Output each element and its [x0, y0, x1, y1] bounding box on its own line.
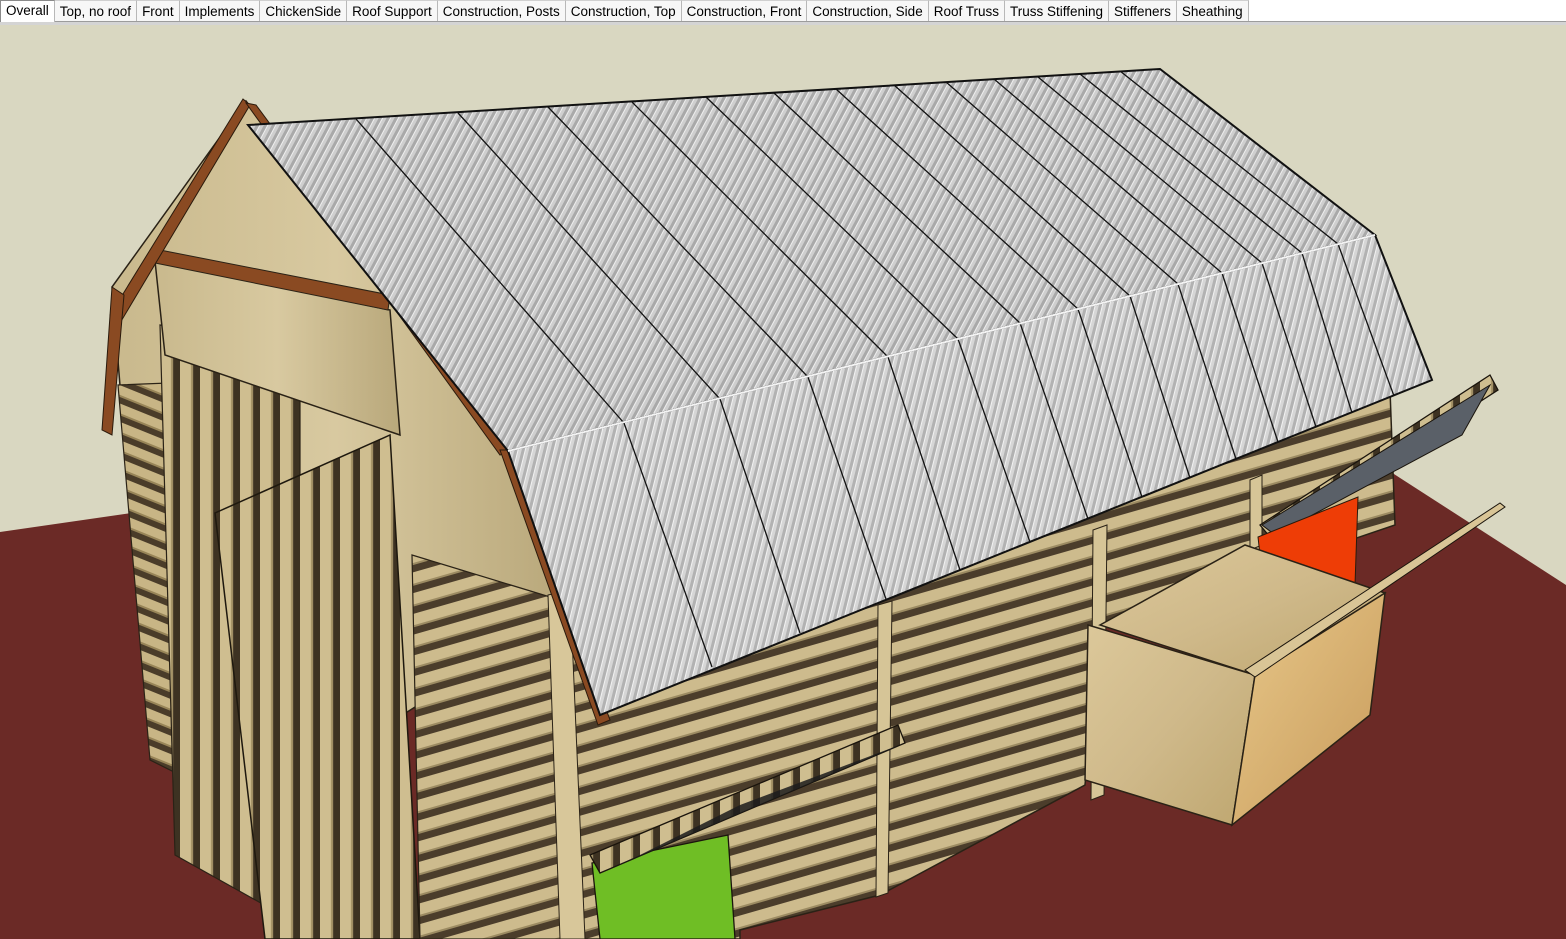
tab-implements[interactable]: Implements	[179, 0, 261, 21]
tab-front[interactable]: Front	[137, 0, 180, 21]
tab-construction-side[interactable]: Construction, Side	[807, 0, 929, 21]
tab-roof-support[interactable]: Roof Support	[347, 0, 438, 21]
sketchup-window: Overall Top, no roof Front Implements Ch…	[0, 0, 1566, 939]
tab-stiffeners[interactable]: Stiffeners	[1109, 0, 1177, 21]
tab-chickenside[interactable]: ChickenSide	[260, 0, 348, 21]
tab-truss-stiffening[interactable]: Truss Stiffening	[1004, 0, 1110, 21]
tab-top-no-roof[interactable]: Top, no roof	[54, 0, 138, 21]
tab-overall[interactable]: Overall	[0, 0, 55, 22]
barn-model-render	[0, 25, 1566, 939]
tab-construction-posts[interactable]: Construction, Posts	[437, 0, 566, 21]
tab-sheathing[interactable]: Sheathing	[1176, 0, 1249, 21]
scene-tab-bar: Overall Top, no roof Front Implements Ch…	[0, 0, 1566, 22]
tab-construction-front[interactable]: Construction, Front	[681, 0, 808, 21]
tab-roof-truss[interactable]: Roof Truss	[928, 0, 1005, 21]
tab-construction-top[interactable]: Construction, Top	[565, 0, 682, 21]
model-viewport[interactable]	[0, 22, 1566, 939]
